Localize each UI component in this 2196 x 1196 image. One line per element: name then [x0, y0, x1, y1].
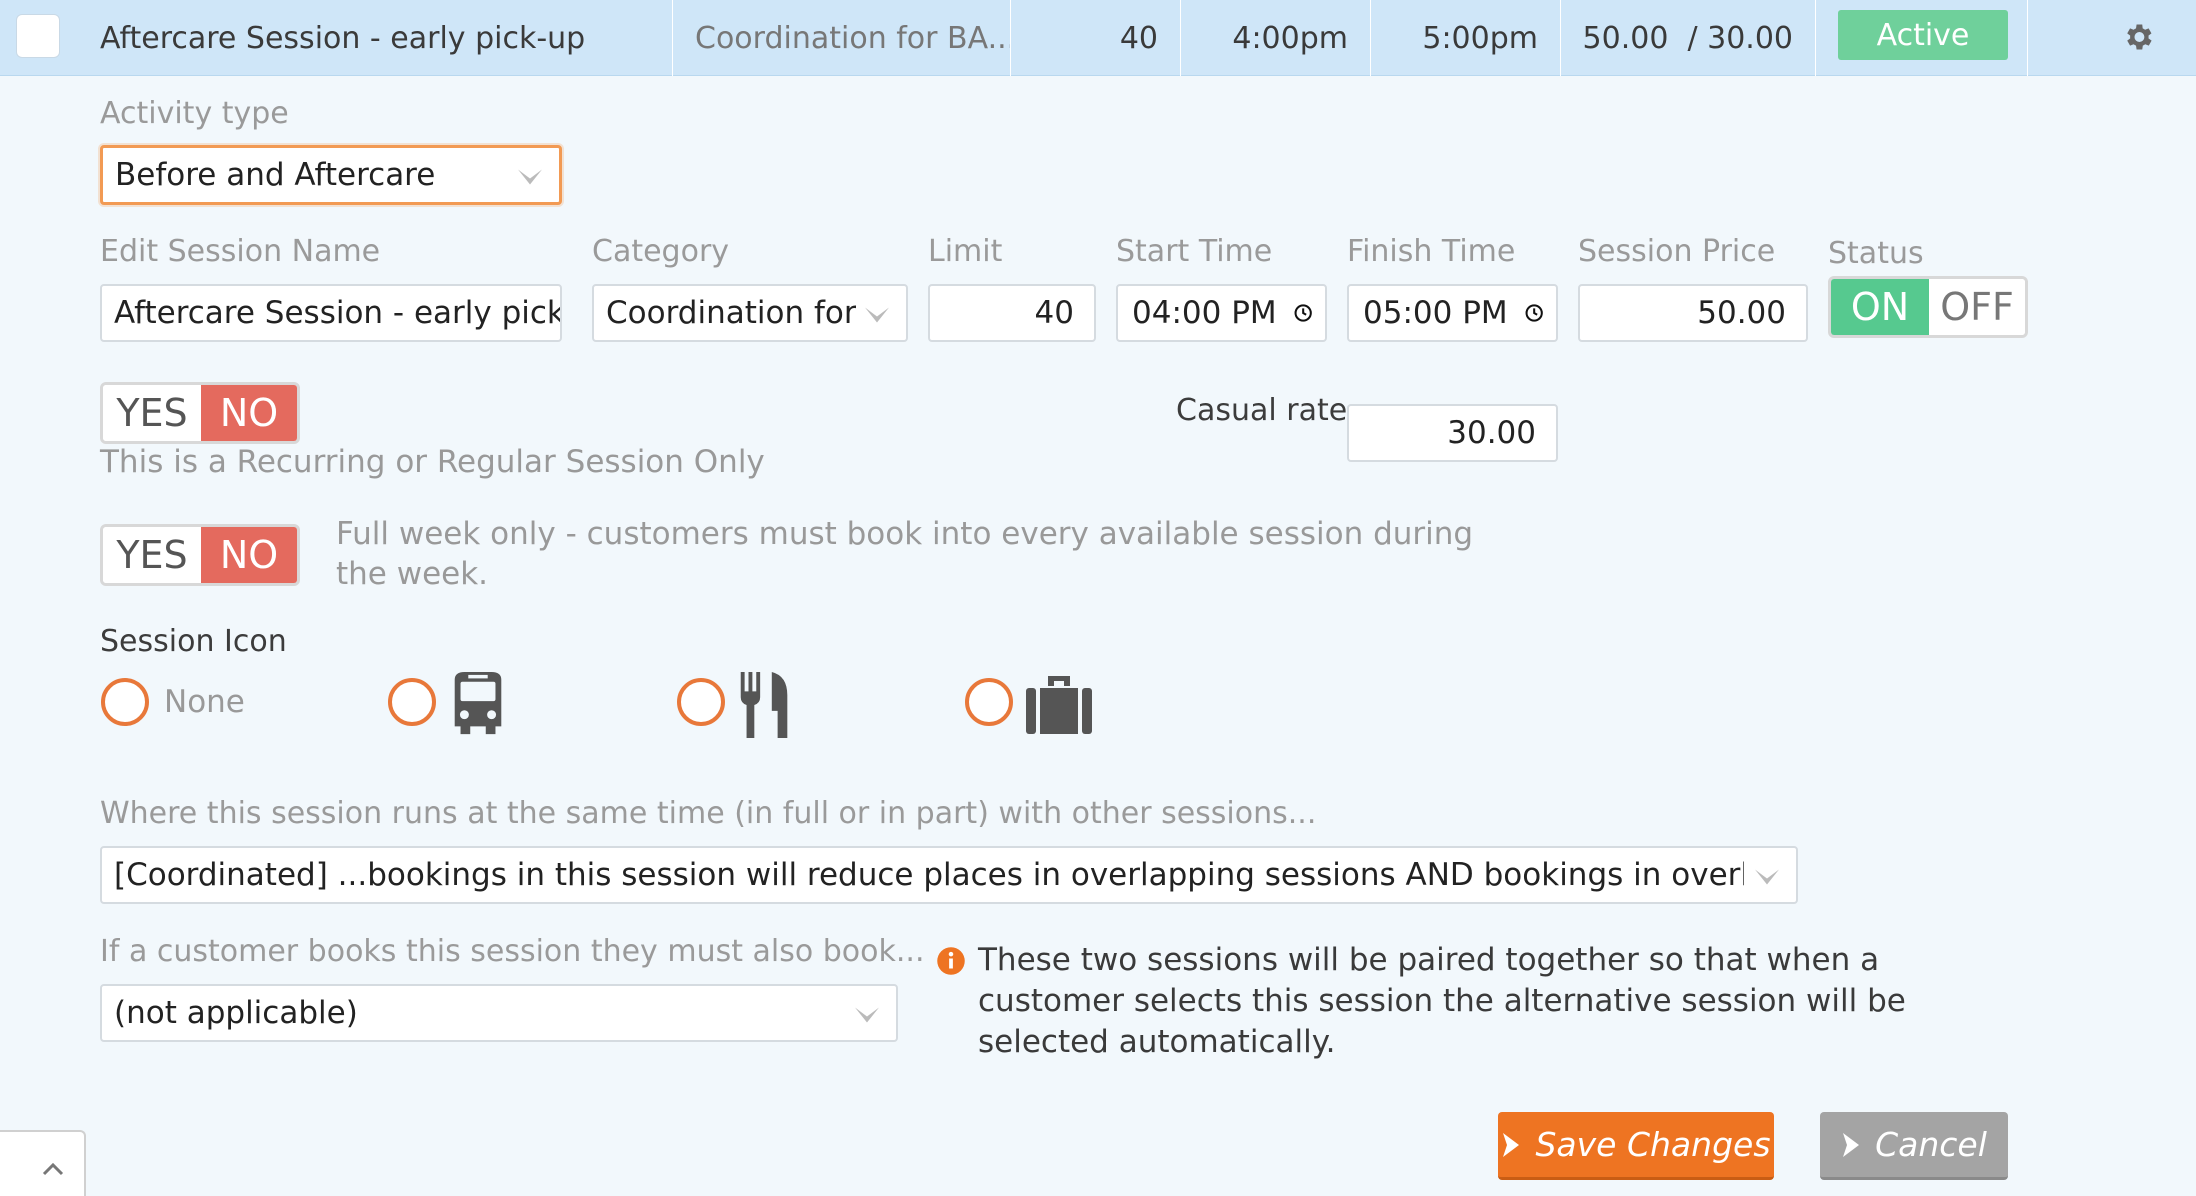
save-changes-button[interactable]: Save Changes: [1498, 1112, 1774, 1180]
status-badge: Active: [1838, 10, 2008, 60]
recurring-toggle[interactable]: YES NO: [100, 382, 300, 444]
row-select-checkbox[interactable]: [16, 14, 60, 58]
icon-radio-briefcase[interactable]: [965, 678, 1013, 726]
session-price-value: 50.00: [1697, 295, 1786, 331]
chevron-down-icon: [1755, 869, 1779, 885]
status-label: Status: [1828, 236, 1924, 271]
session-price-input[interactable]: 50.00: [1578, 284, 1808, 342]
start-time-input[interactable]: 04:00 PM: [1116, 284, 1327, 342]
start-time-value: 04:00 PM: [1132, 295, 1277, 331]
info-icon: [937, 947, 965, 975]
session-name-input[interactable]: Aftercare Session - early pick-up: [100, 284, 562, 342]
pairing-info-line2: customer selects this session the altern…: [978, 983, 1906, 1019]
recurring-yes-option[interactable]: YES: [103, 385, 201, 441]
status-toggle[interactable]: ON OFF: [1828, 276, 2028, 338]
bus-icon: [454, 672, 502, 735]
casual-rate-value: 30.00: [1447, 415, 1536, 451]
chevron-right-icon: [1503, 1132, 1520, 1157]
full-week-description: Full week only - customers must book int…: [336, 514, 1473, 594]
summary-category: Coordination for BA...: [673, 0, 1011, 76]
session-name-label: Edit Session Name: [100, 234, 381, 269]
chevron-down-icon: [855, 1007, 879, 1023]
pairing-select[interactable]: (not applicable): [100, 984, 898, 1042]
scroll-to-top-button[interactable]: [0, 1130, 86, 1196]
icon-radio-cutlery[interactable]: [677, 678, 725, 726]
clock-icon[interactable]: [1293, 298, 1313, 328]
activity-type-value: Before and Aftercare: [115, 157, 436, 193]
icon-radio-none[interactable]: [101, 678, 149, 726]
chevron-right-icon: [1843, 1132, 1860, 1157]
session-summary-row[interactable]: Aftercare Session - early pick-up Coordi…: [0, 0, 2196, 76]
status-on-option[interactable]: ON: [1831, 279, 1929, 335]
recurring-description: This is a Recurring or Regular Session O…: [100, 444, 765, 480]
summary-session-name: Aftercare Session - early pick-up: [78, 0, 673, 76]
chevron-up-icon: [42, 1162, 64, 1176]
pairing-label: If a customer books this session they mu…: [100, 934, 925, 969]
cancel-label: Cancel: [1875, 1125, 1987, 1164]
limit-label: Limit: [928, 234, 1003, 269]
finish-time-input[interactable]: 05:00 PM: [1347, 284, 1558, 342]
full-week-toggle[interactable]: YES NO: [100, 524, 300, 586]
pairing-info-line1: These two sessions will be paired togeth…: [978, 942, 1880, 978]
icon-radio-bus[interactable]: [388, 678, 436, 726]
cancel-button[interactable]: Cancel: [1820, 1112, 2008, 1180]
pairing-value: (not applicable): [114, 995, 358, 1031]
full-week-description-line2: the week.: [336, 556, 489, 592]
session-price-label: Session Price: [1578, 234, 1776, 269]
recurring-no-option[interactable]: NO: [201, 385, 297, 441]
summary-limit: 40: [1011, 0, 1181, 76]
category-select[interactable]: Coordination for E: [592, 284, 908, 342]
clock-icon[interactable]: [1524, 298, 1544, 328]
activity-type-label: Activity type: [100, 96, 289, 131]
cutlery-icon: [740, 672, 788, 738]
full-week-yes-option[interactable]: YES: [103, 527, 201, 583]
icon-none-label: None: [164, 684, 245, 720]
summary-finish-time: 5:00pm: [1371, 0, 1561, 76]
full-week-no-option[interactable]: NO: [201, 527, 297, 583]
session-name-value: Aftercare Session - early pick-up: [114, 295, 560, 331]
finish-time-label: Finish Time: [1347, 234, 1516, 269]
limit-input[interactable]: 40: [928, 284, 1096, 342]
gear-icon[interactable]: [2121, 20, 2155, 54]
session-icon-label: Session Icon: [100, 624, 287, 659]
finish-time-value: 05:00 PM: [1363, 295, 1508, 331]
overlap-label: Where this session runs at the same time…: [100, 796, 1317, 831]
category-label: Category: [592, 234, 730, 269]
pairing-info-line3: selected automatically.: [978, 1024, 1336, 1060]
casual-rate-input[interactable]: 30.00: [1347, 404, 1558, 462]
briefcase-icon: [1026, 676, 1092, 734]
summary-price: 50.00 / 30.00: [1561, 0, 1816, 76]
status-off-option[interactable]: OFF: [1929, 279, 2025, 335]
summary-start-time: 4:00pm: [1181, 0, 1371, 76]
pairing-info-text: These two sessions will be paired togeth…: [978, 940, 1906, 1063]
save-changes-label: Save Changes: [1535, 1125, 1771, 1164]
chevron-down-icon: [865, 307, 889, 323]
overlap-select[interactable]: [Coordinated] ...bookings in this sessio…: [100, 846, 1798, 904]
category-value: Coordination for E: [606, 295, 856, 331]
overlap-value: [Coordinated] ...bookings in this sessio…: [114, 857, 1744, 893]
casual-rate-label: Casual rate:: [1176, 393, 1358, 428]
activity-type-select[interactable]: Before and Aftercare: [100, 145, 562, 205]
full-week-description-line1: Full week only - customers must book int…: [336, 516, 1474, 552]
start-time-label: Start Time: [1116, 234, 1273, 269]
chevron-down-icon: [518, 169, 542, 185]
limit-value: 40: [1034, 295, 1074, 331]
